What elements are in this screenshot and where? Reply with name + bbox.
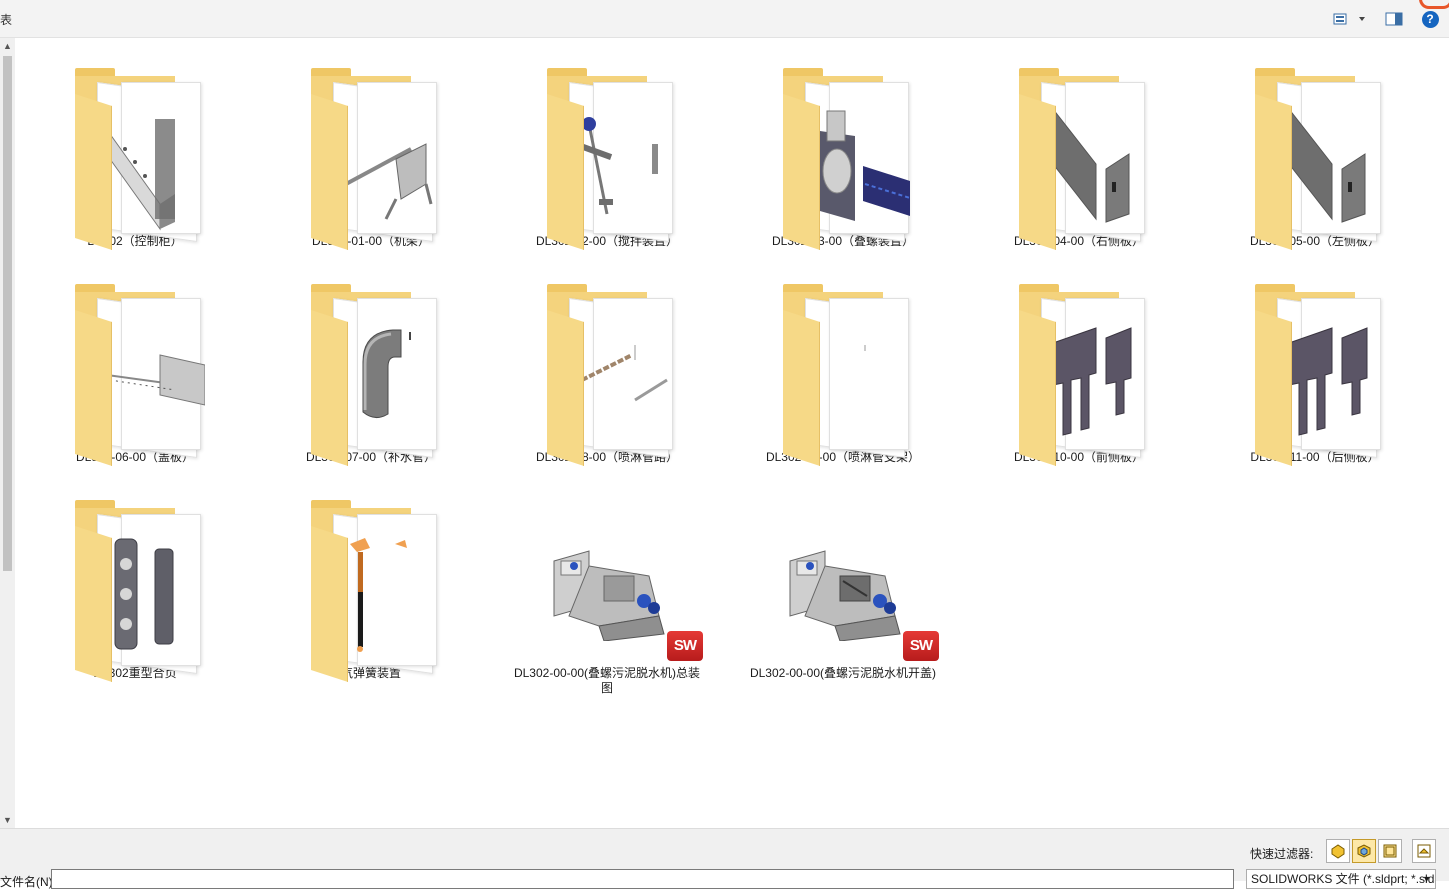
solidworks-assembly-icon: SW [743, 496, 943, 666]
preview-pane-button[interactable] [1383, 10, 1405, 28]
folder-name: DL302（控制柜） [87, 234, 183, 248]
assembly-file-item[interactable]: SW DL302-00-00(叠螺污泥脱水机开盖) [743, 496, 943, 681]
scroll-thumb[interactable] [3, 56, 12, 571]
folder-icon [1215, 280, 1415, 467]
assembly-filter-icon [1357, 844, 1371, 858]
filetype-select[interactable]: SOLIDWORKS 文件 (*.sldprt; *.sldasm; *.sld… [1246, 869, 1436, 889]
folder-item[interactable]: DL302-08-00（喷淋管路） [507, 280, 707, 467]
folder-item[interactable]: DL302-04-00（右侧板） [979, 64, 1179, 251]
filter-top-level-button[interactable] [1412, 839, 1436, 863]
solidworks-icon: SW [903, 631, 939, 661]
folder-item[interactable]: DL302-06-00（盖板） [35, 280, 235, 467]
folder-name: DL302-09-00（喷淋管支架） [765, 450, 921, 464]
folder-name: DL302-06-00（盖板） [75, 450, 195, 464]
folder-item[interactable]: DL302-05-00（左侧板） [1215, 64, 1415, 251]
corner-decoration [1419, 0, 1449, 9]
folder-item[interactable]: DL302-07-00（补水管） [271, 280, 471, 467]
help-icon: ? [1421, 10, 1439, 28]
folder-item[interactable]: DL302重型合页 [35, 496, 235, 683]
chevron-down-icon: ▼ [1422, 874, 1431, 884]
folder-item[interactable]: DL302-01-00（机架） [271, 64, 471, 251]
part-filter-icon [1331, 844, 1345, 859]
folder-item[interactable]: 气弹簧装置 [271, 496, 471, 683]
folder-name: DL302-05-00（左侧板） [1249, 234, 1381, 248]
folder-icon [35, 280, 235, 467]
folder-name: DL302-04-00（右侧板） [1013, 234, 1145, 248]
top-level-filter-icon [1417, 844, 1431, 858]
view-options-button[interactable] [1331, 10, 1369, 28]
filter-parts-button[interactable] [1326, 839, 1350, 863]
folder-item[interactable]: DL302-10-00（前侧板） [979, 280, 1179, 467]
folder-icon [271, 64, 471, 251]
quick-filter-label: 快速过滤器: [1250, 847, 1314, 861]
folder-icon [743, 280, 943, 467]
solidworks-icon: SW [667, 631, 703, 661]
folder-icon [271, 280, 471, 467]
folder-name: 气弹簧装置 [340, 666, 401, 680]
filter-drawings-button[interactable] [1378, 839, 1402, 863]
folder-icon [507, 64, 707, 251]
filename-input[interactable] [51, 869, 1234, 889]
folder-item[interactable]: DL302-02-00（搅拌装置） [507, 64, 707, 251]
folder-icon [979, 280, 1179, 467]
filter-assemblies-button[interactable] [1352, 839, 1376, 863]
assembly-file-item[interactable]: SW DL302-00-00(叠螺污泥脱水机)总装图 [507, 496, 707, 696]
toolbar-left-label: 表 [0, 13, 13, 27]
folder-name: DL302-11-00（后侧板） [1250, 450, 1380, 464]
folder-name: DL302-02-00（搅拌装置） [535, 234, 679, 248]
folder-icon [979, 64, 1179, 251]
file-name: DL302-00-00(叠螺污泥脱水机开盖) [749, 666, 937, 680]
scroll-down-arrow-icon[interactable]: ▼ [0, 812, 15, 828]
file-name: DL302-00-00(叠螺污泥脱水机)总装图 [513, 666, 701, 695]
file-list: DL302（控制柜） DL302-01-00（机架） DL302-02-00（搅… [16, 38, 1449, 827]
view-options-icon [1333, 13, 1365, 25]
folder-item[interactable]: DL302-09-00（喷淋管支架） [743, 280, 943, 467]
help-button[interactable]: ? [1419, 10, 1441, 28]
vertical-scrollbar[interactable]: ▲ ▼ [0, 38, 15, 828]
folder-icon [507, 280, 707, 467]
solidworks-assembly-icon: SW [507, 496, 707, 666]
folder-name: DL302-01-00（机架） [311, 234, 431, 248]
folder-name: DL302-07-00（补水管） [305, 450, 437, 464]
folder-name: DL302重型合页 [93, 666, 177, 680]
filename-label: 文件名(N): [0, 875, 56, 889]
folder-icon [271, 496, 471, 683]
folder-item[interactable]: DL302（控制柜） [35, 64, 235, 251]
bottom-panel: 快速过滤器: 文件名(N): SOLIDWORKS 文件 (*.sldprt; … [0, 828, 1449, 889]
folder-icon [1215, 64, 1415, 251]
folder-icon [35, 64, 235, 251]
folder-icon [35, 496, 235, 683]
folder-name: DL302-03-00（叠螺装置） [771, 234, 915, 248]
preview-pane-icon [1385, 12, 1403, 26]
folder-name: DL302-10-00（前侧板） [1013, 450, 1145, 464]
folder-item[interactable]: DL302-03-00（叠螺装置） [743, 64, 943, 251]
toolbar: 表 ? [0, 0, 1449, 38]
folder-item[interactable]: DL302-11-00（后侧板） [1215, 280, 1415, 467]
folder-icon [743, 64, 943, 251]
filetype-value: SOLIDWORKS 文件 (*.sldprt; *.sldasm; *.sld… [1251, 872, 1435, 886]
drawing-filter-icon [1383, 844, 1397, 858]
folder-name: DL302-08-00（喷淋管路） [535, 450, 679, 464]
scroll-up-arrow-icon[interactable]: ▲ [0, 38, 15, 54]
